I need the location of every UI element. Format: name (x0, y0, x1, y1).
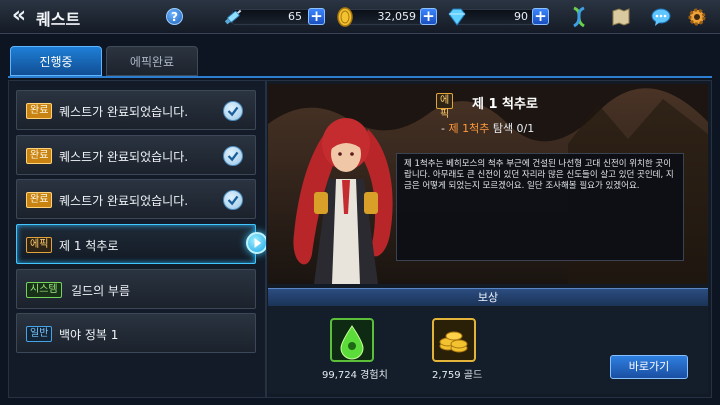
gold-coin-icon (337, 7, 353, 27)
objective-progress: 탐색 0/1 (489, 122, 535, 135)
quest-badge-system: 시스템 (26, 282, 62, 298)
gold-value: 32,059 (377, 10, 417, 23)
gem-value: 90 (514, 10, 528, 23)
tab-underline (8, 76, 712, 78)
gold-resource: 32,059 + (334, 7, 440, 27)
gold-plus-button[interactable]: + (420, 8, 437, 25)
reward-header: 보상 (268, 288, 708, 306)
quest-item-3[interactable]: 완료 퀘스트가 완료되었습니다. (16, 179, 256, 219)
page-title: 퀘스트 (36, 10, 81, 29)
gear-icon[interactable] (686, 6, 708, 28)
double-chevron-left-icon[interactable]: « (4, 4, 34, 30)
reward-gold-label: 2,759 골드 (432, 370, 483, 381)
quest-badge-epic: 에픽 (26, 237, 53, 253)
tab-epic-complete[interactable]: 에픽완료 (106, 46, 198, 76)
tab-in-progress[interactable]: 진행중 (10, 46, 102, 76)
quest-label: 퀘스트가 완료되었습니다. (59, 194, 189, 208)
dna-icon[interactable] (568, 6, 590, 28)
quest-title-badge: 에픽 (436, 93, 454, 120)
gem-resource: 90 + (446, 7, 552, 27)
quest-badge-normal: 일반 (26, 326, 53, 342)
stamina-resource: 65 + (222, 7, 328, 27)
quest-label: 제 1 척추로 (59, 239, 119, 253)
check-icon (223, 146, 243, 166)
help-button[interactable]: ? (166, 8, 183, 25)
quest-item-2[interactable]: 완료 퀘스트가 완료되었습니다. (16, 135, 256, 175)
go-to-button[interactable]: 바로가기 (610, 355, 688, 379)
quest-item-4[interactable]: 에픽 제 1 척추로 (16, 224, 256, 264)
stamina-value: 65 (288, 10, 302, 23)
check-icon (223, 101, 243, 121)
check-icon (223, 190, 243, 210)
quest-badge-done: 완료 (26, 103, 53, 119)
quest-label: 길드의 부름 (71, 284, 131, 298)
syringe-icon (224, 9, 242, 25)
quest-description: 제 1척추는 베히모스의 척추 부근에 건설된 나선형 고대 신전이 위치한 곳… (396, 153, 684, 261)
chat-icon[interactable] (650, 6, 672, 28)
quest-label: 백야 정복 1 (59, 328, 119, 342)
quest-label: 퀘스트가 완료되었습니다. (59, 150, 189, 164)
gold-coins-icon (432, 318, 476, 362)
exp-drop-icon (330, 318, 374, 362)
quest-badge-done: 완료 (26, 192, 53, 208)
play-arrow-icon[interactable] (246, 232, 268, 254)
quest-objective: - 제 1척추 탐색 0/1 (441, 120, 534, 136)
quest-item-5[interactable]: 시스템 길드의 부름 (16, 269, 256, 309)
quest-badge-done: 완료 (26, 148, 53, 164)
top-bar: « 퀘스트 ? 65 + 32,059 + 90 + (0, 0, 720, 34)
gem-plus-button[interactable]: + (532, 8, 549, 25)
reward-exp-label: 99,724 경험치 (322, 370, 388, 381)
quest-title: 제 1 척추로 (472, 97, 538, 112)
objective-target: 제 1척추 (448, 122, 490, 135)
quest-item-1[interactable]: 완료 퀘스트가 완료되었습니다. (16, 90, 256, 130)
quest-label: 퀘스트가 완료되었습니다. (59, 105, 189, 119)
stamina-plus-button[interactable]: + (308, 8, 325, 25)
quest-item-6[interactable]: 일반 백야 정복 1 (16, 313, 256, 353)
diamond-icon (448, 8, 466, 26)
map-icon[interactable] (610, 6, 632, 28)
